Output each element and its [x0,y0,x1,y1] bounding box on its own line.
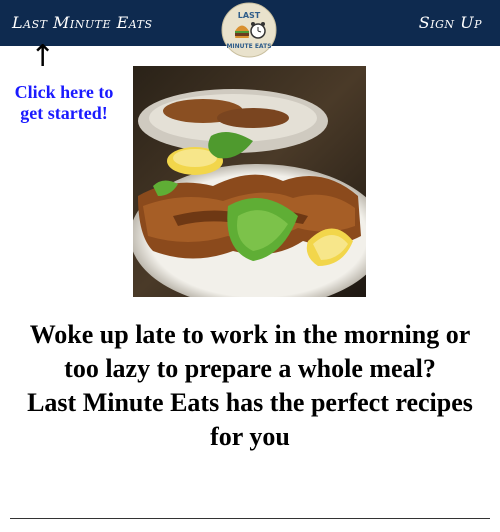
up-arrow-icon: ↑ [30,39,56,74]
top-navbar: Last Minute Eats LAST MINUTE EATS Sign U… [0,0,500,58]
site-logo[interactable]: LAST MINUTE EATS [220,1,278,59]
headline-question: Woke up late to work in the morning or t… [29,320,471,383]
hero-headline: Woke up late to work in the morning or t… [20,318,480,454]
logo-text-top: LAST [238,11,261,20]
schnitzel-plate-photo [133,66,366,297]
alarm-clock-icon [250,22,266,39]
headline-tagline: Last Minute Eats has the perfect recipes… [27,388,473,451]
sign-up-link[interactable]: Sign Up [419,13,482,32]
brand-link[interactable]: Last Minute Eats [12,13,153,32]
footer-divider [10,518,490,519]
get-started-link[interactable]: Click here to get started! [8,82,120,124]
logo-text-bottom: MINUTE EATS [226,43,271,50]
